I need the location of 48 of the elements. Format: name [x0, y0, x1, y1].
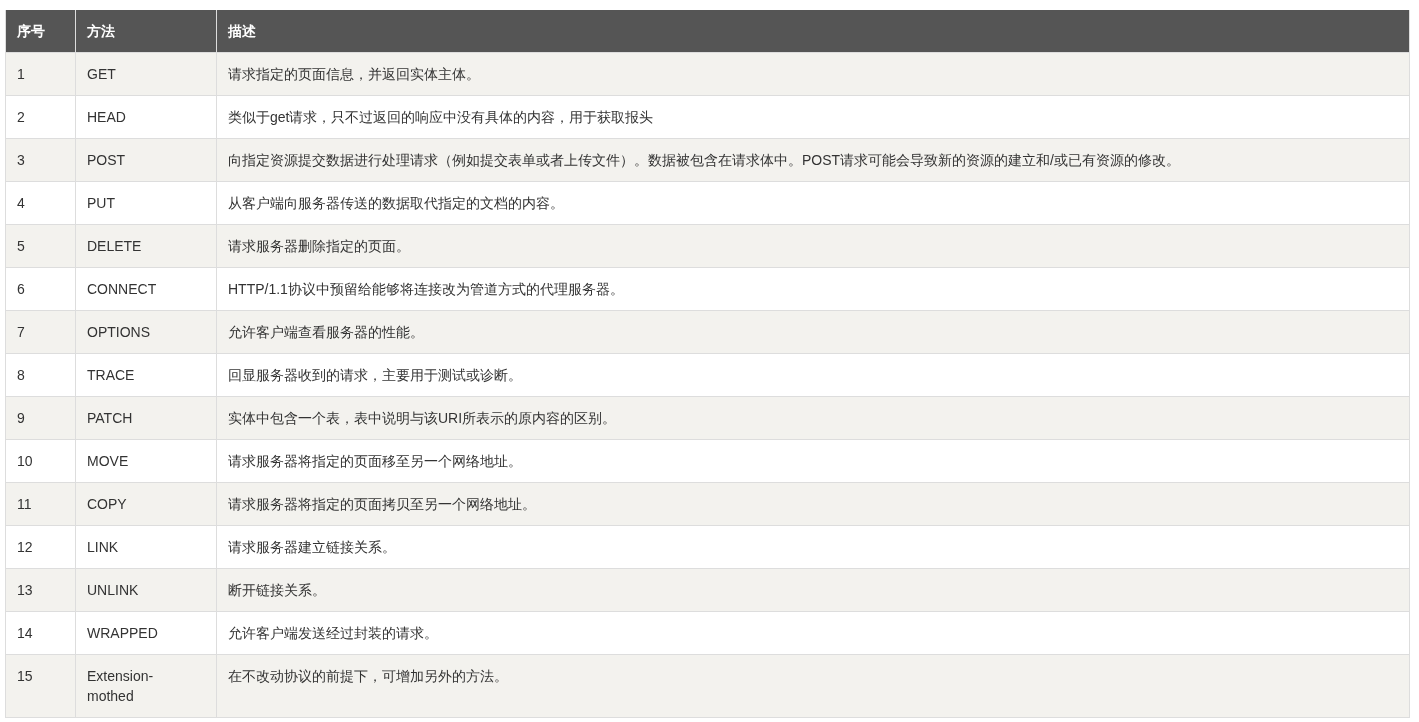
table-cell: WRAPPED	[75, 611, 217, 655]
table-cell: UNLINK	[75, 568, 217, 612]
table-cell: 类似于get请求，只不过返回的响应中没有具体的内容，用于获取报头	[216, 95, 1410, 139]
table-cell: 4	[5, 181, 76, 225]
table-cell: 3	[5, 138, 76, 182]
table-cell: 10	[5, 439, 76, 483]
table-cell: Extension-mothed	[75, 654, 217, 718]
column-header: 方法	[75, 10, 217, 53]
table-cell: 11	[5, 482, 76, 526]
table-cell: HTTP/1.1协议中预留给能够将连接改为管道方式的代理服务器。	[216, 267, 1410, 311]
table-cell: 5	[5, 224, 76, 268]
table-cell: 9	[5, 396, 76, 440]
table-cell: 请求服务器建立链接关系。	[216, 525, 1410, 569]
table-cell: OPTIONS	[75, 310, 217, 354]
table-cell: POST	[75, 138, 217, 182]
table-cell: HEAD	[75, 95, 217, 139]
table-cell: 请求服务器将指定的页面拷贝至另一个网络地址。	[216, 482, 1410, 526]
table-cell: 1	[5, 52, 76, 96]
table-cell: DELETE	[75, 224, 217, 268]
table-cell: TRACE	[75, 353, 217, 397]
table-cell: 断开链接关系。	[216, 568, 1410, 612]
table-cell: 请求指定的页面信息，并返回实体主体。	[216, 52, 1410, 96]
table-cell: 13	[5, 568, 76, 612]
table-cell: 14	[5, 611, 76, 655]
table-cell: GET	[75, 52, 217, 96]
table-cell: 回显服务器收到的请求，主要用于测试或诊断。	[216, 353, 1410, 397]
table-cell: 实体中包含一个表，表中说明与该URI所表示的原内容的区别。	[216, 396, 1410, 440]
table-cell: 8	[5, 353, 76, 397]
table-cell: 请求服务器将指定的页面移至另一个网络地址。	[216, 439, 1410, 483]
table-cell: MOVE	[75, 439, 217, 483]
table-cell: 允许客户端发送经过封装的请求。	[216, 611, 1410, 655]
table-cell: 12	[5, 525, 76, 569]
table-cell: LINK	[75, 525, 217, 569]
column-header: 描述	[216, 10, 1410, 53]
table-cell: CONNECT	[75, 267, 217, 311]
table-cell: PUT	[75, 181, 217, 225]
table-cell: 15	[5, 654, 76, 718]
table-cell: 向指定资源提交数据进行处理请求（例如提交表单或者上传文件）。数据被包含在请求体中。POST请求可能会导致新的资源的建立和/或已有资源的修改。	[216, 138, 1410, 182]
table-cell: 在不改动协议的前提下，可增加另外的方法。	[216, 654, 1410, 718]
table-cell: 从客户端向服务器传送的数据取代指定的文档的内容。	[216, 181, 1410, 225]
table-cell: COPY	[75, 482, 217, 526]
table-cell: 7	[5, 310, 76, 354]
table-cell: 2	[5, 95, 76, 139]
column-header: 序号	[5, 10, 76, 53]
table-cell: 6	[5, 267, 76, 311]
table-cell: 请求服务器删除指定的页面。	[216, 224, 1410, 268]
table-cell: PATCH	[75, 396, 217, 440]
table-cell: 允许客户端查看服务器的性能。	[216, 310, 1410, 354]
